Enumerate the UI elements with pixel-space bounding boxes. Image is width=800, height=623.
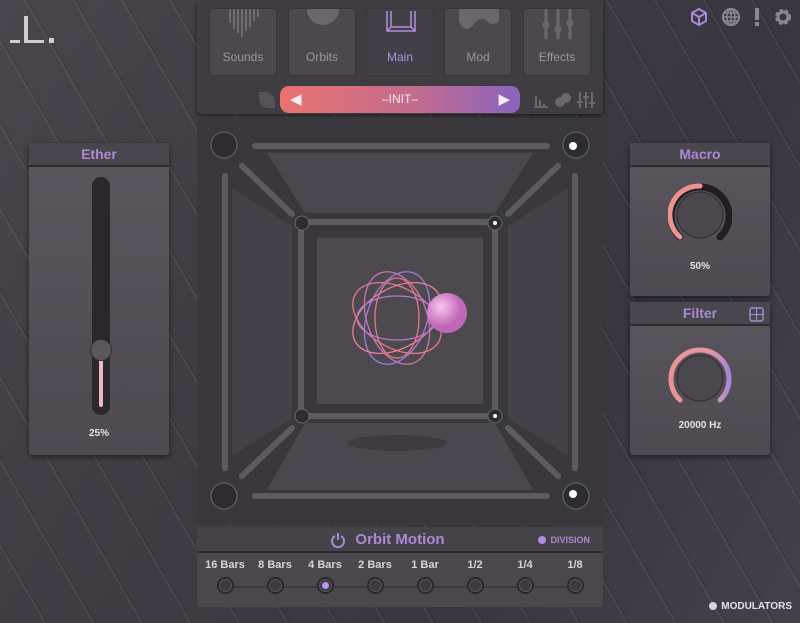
division-toggle[interactable]: DIVISION [538,535,590,545]
filter-header: Filter [630,302,770,326]
filter-value: 20000 Hz [678,420,722,431]
waveform-icon [229,9,259,37]
ether-slider-thumb[interactable] [90,339,112,361]
tab-main[interactable]: Main [366,8,434,76]
ether-panel: Ether 25% [29,143,169,455]
macro-title: Macro [630,143,770,167]
globe-icon[interactable] [720,6,742,28]
expand-icon[interactable] [749,306,764,329]
step-radio[interactable] [266,577,284,594]
next-preset-button[interactable]: ▶ [498,86,510,113]
ether-title: Ether [29,143,169,167]
top-icons [688,6,794,28]
step-1-4[interactable]: 1/4 [500,559,550,594]
gear-icon[interactable] [772,6,794,28]
sliders-icon [542,9,574,39]
orbit-cube-view[interactable] [197,118,603,525]
cube-room-icon [386,11,416,32]
macro-panel: Macro 50% [630,143,770,296]
tab-orbits[interactable]: Orbits [288,8,356,76]
tab-mod[interactable]: Mod [444,8,512,76]
modulators-button[interactable]: MODULATORS [709,601,792,612]
blobs-icon[interactable] [554,92,572,113]
ether-value: 25% [88,428,109,439]
step-8-bars[interactable]: 8 Bars [250,559,300,594]
ether-slider[interactable] [90,177,112,415]
step-radio[interactable] [416,577,434,594]
leaf-icon[interactable] [259,92,275,108]
step-radio[interactable] [366,577,384,594]
division-steps: 16 Bars 8 Bars 4 Bars 2 Bars 1 Bar 1/2 1… [197,559,603,599]
cube-visualization [197,118,603,525]
preset-selector[interactable]: ◀ –INIT– ▶ [280,86,520,113]
step-1-2[interactable]: 1/2 [450,559,500,594]
step-radio[interactable] [566,577,584,594]
ether-slider-fill [99,359,103,407]
step-1-8[interactable]: 1/8 [550,559,600,594]
preset-name: –INIT– [381,92,418,106]
macro-knob[interactable] [668,183,732,247]
step-16-bars[interactable]: 16 Bars [200,559,250,594]
step-radio[interactable] [216,577,234,594]
tab-effects[interactable]: Effects [523,8,591,76]
orbit-icon [307,9,339,25]
orbit-motion-panel: Orbit Motion DIVISION 16 Bars 8 Bars 4 B… [197,527,603,607]
step-radio[interactable] [516,577,534,594]
orbit-sphere [427,293,467,333]
tab-sounds[interactable]: Sounds [209,8,277,76]
filter-title: Filter [682,305,718,321]
mixer-icon[interactable] [577,92,595,113]
cube-icon[interactable] [688,6,710,28]
mod-wave-icon [459,9,499,30]
top-navigation-panel: Sounds Orbits Main Mod Effects ◀ –INIT– … [197,0,603,114]
filter-panel: Filter 20000 Hz [630,302,770,455]
division-indicator [538,536,547,544]
step-2-bars[interactable]: 2 Bars [350,559,400,594]
previous-preset-button[interactable]: ◀ [290,86,302,113]
alert-icon[interactable] [752,6,762,28]
step-radio[interactable] [316,577,334,594]
filter-knob[interactable] [668,346,732,410]
modulators-indicator [709,602,718,610]
macro-value: 50% [689,261,710,272]
step-4-bars[interactable]: 4 Bars [300,559,350,594]
spectrum-icon[interactable] [534,92,548,113]
step-radio[interactable] [466,577,484,594]
step-1-bar[interactable]: 1 Bar [400,559,450,594]
logo [10,16,54,43]
